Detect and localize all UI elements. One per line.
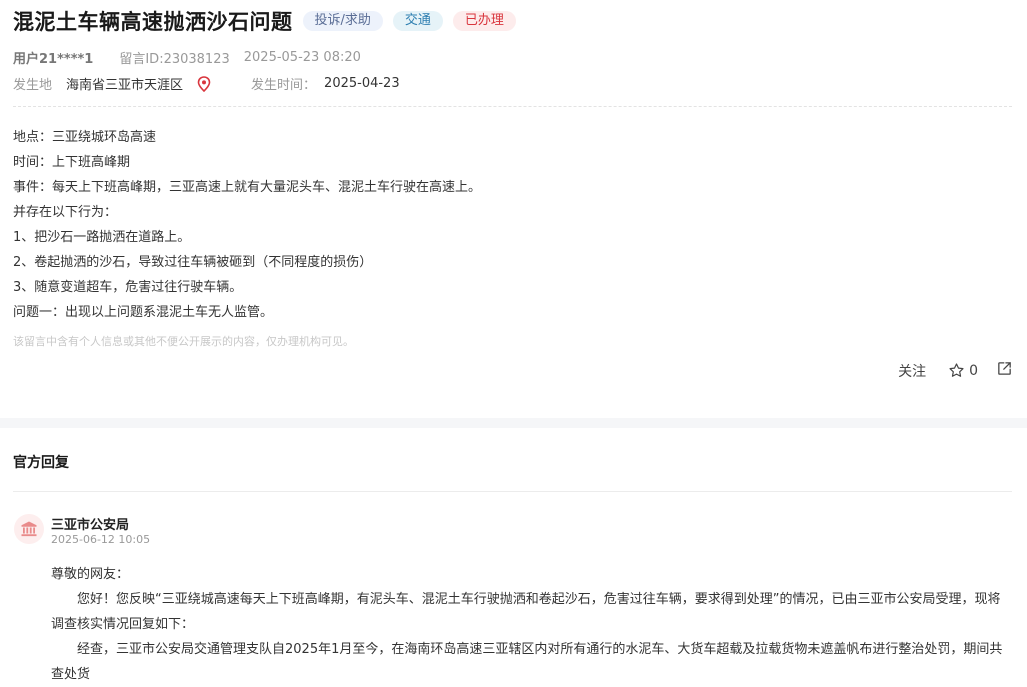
content-line: 问题一：出现以上问题系混泥土车无人监管。 bbox=[13, 305, 274, 320]
content-line: 1、把沙石一路抛洒在道路上。 bbox=[13, 230, 191, 245]
map-pin-icon[interactable] bbox=[197, 75, 211, 92]
content-line: 并存在以下行为： bbox=[13, 205, 118, 220]
title-row: 混泥土车辆高速抛洒沙石问题 投诉/求助 交通 已办理 bbox=[13, 6, 516, 36]
reply-org-name: 三亚市公安局 bbox=[51, 518, 130, 533]
like-button[interactable]: 0 bbox=[948, 362, 978, 379]
divider bbox=[13, 106, 1012, 107]
message-content: 地点：三亚绕城环岛高速 时间：上下班高峰期 事件：每天上下班高峰期，三亚高速上就… bbox=[13, 125, 1013, 325]
posted-time: 2025-05-23 08:20 bbox=[243, 50, 361, 65]
tag-domain[interactable]: 交通 bbox=[392, 11, 443, 31]
government-building-icon bbox=[14, 514, 44, 544]
reply-section-title: 官方回复 bbox=[13, 455, 69, 471]
location-label: 发生地 bbox=[13, 78, 53, 93]
reply-time: 2025-06-12 10:05 bbox=[51, 533, 151, 546]
privacy-note: 该留言中含有个人信息或其他不便公开展示的内容，仅办理机构可见。 bbox=[13, 335, 354, 348]
location-value: 海南省三亚市天涯区 bbox=[66, 78, 184, 93]
message-id: 留言ID:23038123 bbox=[119, 52, 230, 67]
content-line: 时间：上下班高峰期 bbox=[13, 155, 131, 170]
content-line: 3、随意变道超车，危害过往行驶车辆。 bbox=[13, 280, 243, 295]
divider bbox=[13, 491, 1012, 492]
reply-paragraph: 经查，三亚市公安局交通管理支队自2025年1月至今，在海南环岛高速三亚辖区内对所… bbox=[51, 642, 1003, 682]
page-title: 混泥土车辆高速抛洒沙石问题 bbox=[13, 10, 293, 34]
status-badge: 已办理 bbox=[452, 11, 516, 31]
complaint-detail-page: 混泥土车辆高速抛洒沙石问题 投诉/求助 交通 已办理 用户21****1 留言I… bbox=[0, 0, 1027, 682]
occur-time-value: 2025-04-23 bbox=[324, 76, 400, 91]
reply-greeting: 尊敬的网友： bbox=[51, 567, 130, 582]
tag-category[interactable]: 投诉/求助 bbox=[302, 11, 383, 31]
occur-time-label: 发生时间： bbox=[251, 78, 317, 93]
location-row: 发生地 海南省三亚市天涯区 发生时间： 2025-04-23 bbox=[13, 74, 400, 93]
like-count: 0 bbox=[969, 362, 978, 379]
content-line: 2、卷起抛洒的沙石，导致过往车辆被砸到（不同程度的损伤） bbox=[13, 255, 373, 270]
follow-button[interactable]: 关注 bbox=[898, 361, 926, 381]
author-name: 用户21****1 bbox=[13, 52, 94, 67]
content-line: 事件：每天上下班高峰期，三亚高速上就有大量泥头车、混泥土车行驶在高速上。 bbox=[13, 180, 482, 195]
reply-paragraph: 您好！您反映“三亚绕城高速每天上下班高峰期，有泥头车、混泥土车行驶抛洒和卷起沙石… bbox=[51, 592, 1001, 632]
share-icon[interactable] bbox=[996, 360, 1013, 381]
reply-body: 尊敬的网友： 您好！您反映“三亚绕城高速每天上下班高峰期，有泥头车、混泥土车行驶… bbox=[51, 562, 1013, 687]
star-icon bbox=[949, 363, 964, 377]
meta-row: 用户21****1 留言ID:23038123 2025-05-23 08:20 bbox=[13, 48, 361, 67]
content-line: 地点：三亚绕城环岛高速 bbox=[13, 130, 157, 145]
action-bar: 关注 0 bbox=[898, 360, 1013, 381]
section-separator bbox=[0, 418, 1027, 428]
